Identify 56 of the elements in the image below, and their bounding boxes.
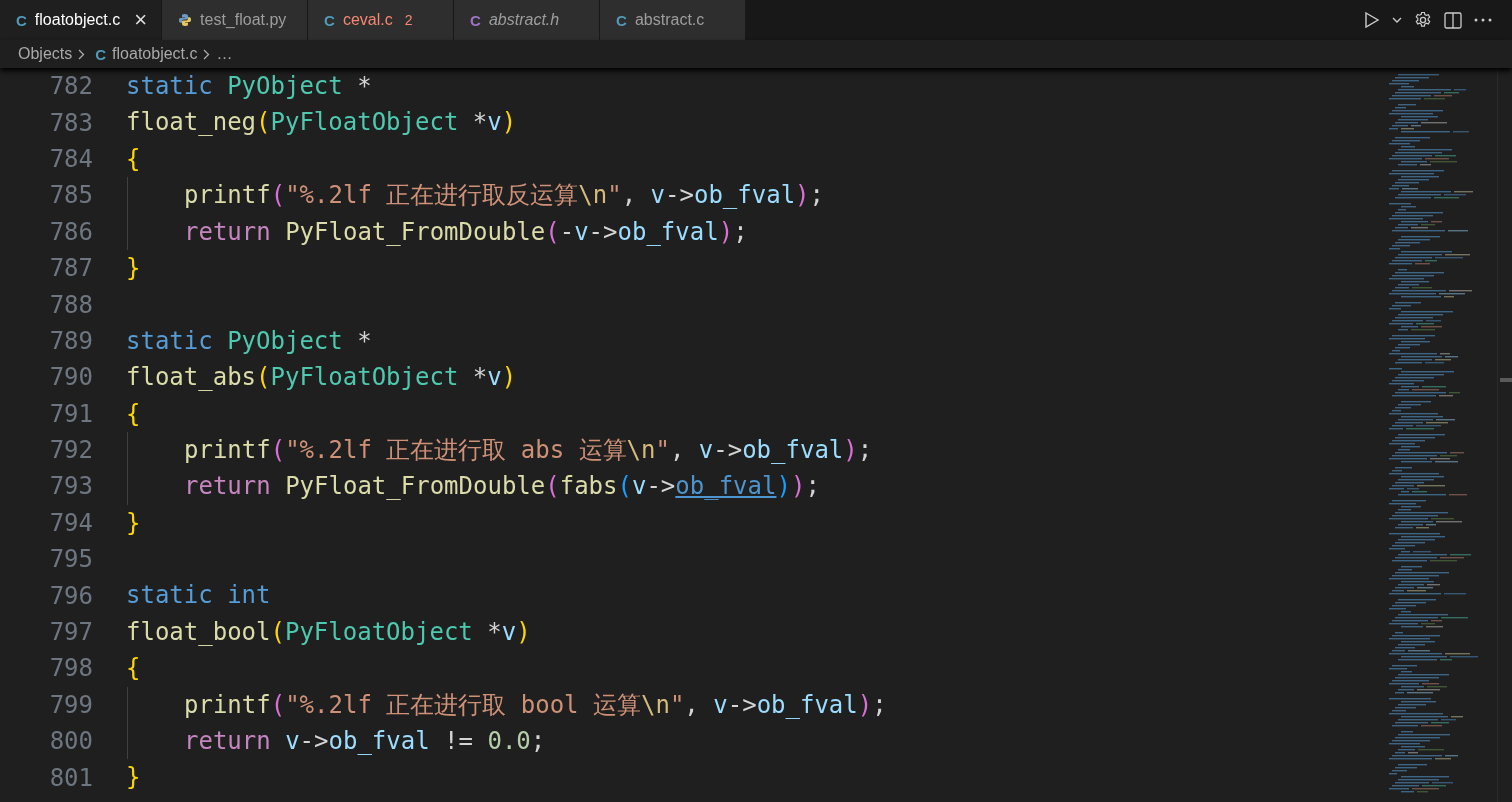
close-icon[interactable]: × xyxy=(134,9,148,31)
line-number: 799 xyxy=(48,690,93,719)
c-file-icon: C xyxy=(470,11,481,29)
chevron-right-icon xyxy=(78,48,86,60)
run-icon[interactable] xyxy=(1364,11,1380,29)
code-line: } xyxy=(126,507,141,539)
file-tab[interactable]: C ceval.c 2 xyxy=(308,0,455,40)
breadcrumb-item[interactable]: floatobject.c xyxy=(112,45,198,63)
chevron-right-icon xyxy=(203,48,211,60)
line-number: 801 xyxy=(48,763,93,792)
code-line: { xyxy=(126,653,141,685)
line-number: 797 xyxy=(48,618,93,647)
scrollbar-thumb[interactable] xyxy=(1500,378,1512,382)
file-tab[interactable]: C abstract.h xyxy=(454,0,601,40)
settings-icon[interactable] xyxy=(1414,11,1432,29)
line-number: 794 xyxy=(48,508,93,537)
code-line: static int xyxy=(126,580,271,612)
line-number: 783 xyxy=(48,108,93,137)
code-line: float_abs(PyFloatObject *v) xyxy=(126,362,517,394)
code-line: } xyxy=(126,252,141,284)
c-file-icon: C xyxy=(324,11,335,29)
code-line: } xyxy=(126,762,141,794)
code-line: static PyObject * xyxy=(126,71,372,102)
line-number: 790 xyxy=(48,363,93,392)
line-number: 791 xyxy=(48,399,93,428)
line-number: 784 xyxy=(48,144,93,173)
code-line: { xyxy=(126,398,141,430)
line-number: 786 xyxy=(48,217,93,246)
line-number: 789 xyxy=(48,326,93,355)
line-number: 785 xyxy=(48,181,93,210)
c-file-icon: C xyxy=(616,11,627,29)
breadcrumb-item[interactable]: … xyxy=(216,45,233,63)
line-number: 792 xyxy=(48,436,93,465)
more-icon[interactable] xyxy=(1474,18,1492,22)
code-line: static PyObject * xyxy=(126,325,372,357)
breadcrumb-item[interactable]: Objects xyxy=(18,45,73,63)
c-file-icon: C xyxy=(16,11,27,29)
line-number: 787 xyxy=(48,254,93,283)
line-number: 798 xyxy=(48,654,93,683)
file-tab[interactable]: C floatobject.c × xyxy=(0,0,163,40)
split-editor-icon[interactable] xyxy=(1444,11,1462,29)
code-line: float_neg(PyFloatObject *v) xyxy=(126,107,517,139)
code-line: float_bool(PyFloatObject *v) xyxy=(126,616,531,648)
file-tab[interactable]: test_float.py xyxy=(162,0,309,40)
line-number: 796 xyxy=(48,581,93,610)
c-file-icon: C xyxy=(95,45,107,63)
line-number: 793 xyxy=(48,472,93,501)
code-line: { xyxy=(126,143,141,175)
line-number: 800 xyxy=(48,727,93,756)
python-file-icon xyxy=(178,13,193,27)
file-tab[interactable]: C abstract.c xyxy=(600,0,747,40)
line-number: 795 xyxy=(48,545,93,574)
chevron-down-icon[interactable] xyxy=(1392,16,1402,24)
line-number: 782 xyxy=(48,72,93,101)
problem-count: 2 xyxy=(404,12,413,28)
line-number: 788 xyxy=(48,290,93,319)
